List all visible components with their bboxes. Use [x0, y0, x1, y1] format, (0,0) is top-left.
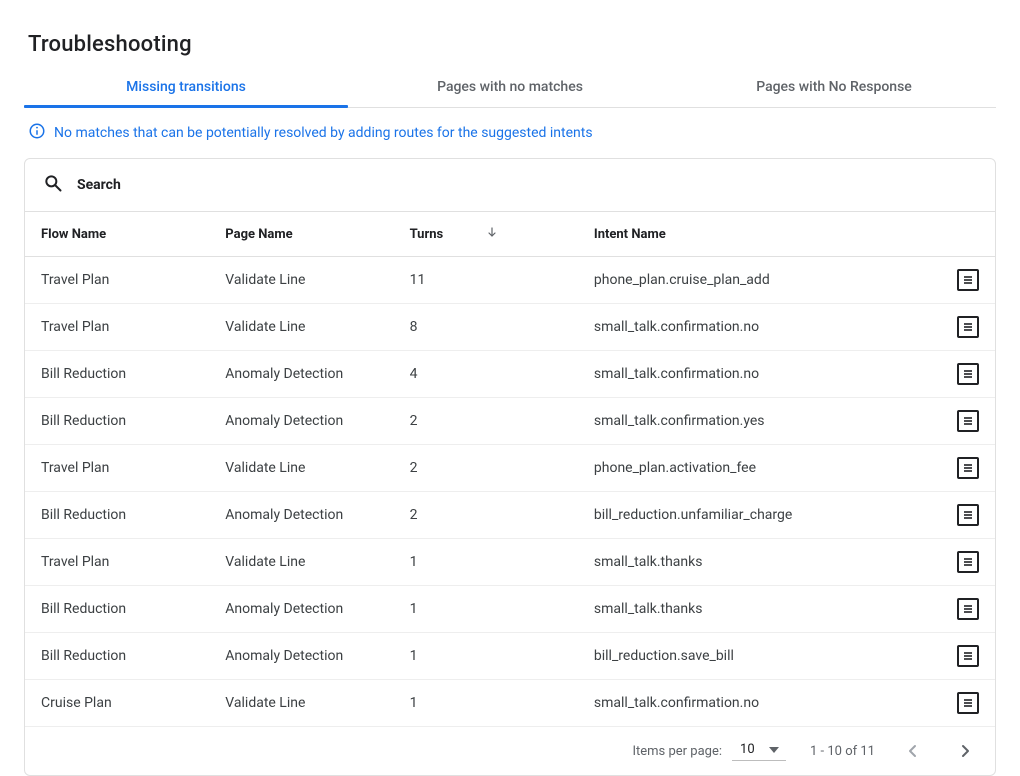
cell-flow: Travel Plan: [25, 304, 209, 351]
table-row: Travel PlanValidate Line11phone_plan.cru…: [25, 257, 995, 304]
details-icon[interactable]: [957, 692, 979, 714]
cell-page: Anomaly Detection: [209, 586, 393, 633]
table-row: Bill ReductionAnomaly Detection1small_ta…: [25, 586, 995, 633]
sort-descending-icon: [486, 226, 498, 242]
page-title: Troubleshooting: [28, 32, 996, 57]
details-icon[interactable]: [957, 410, 979, 432]
details-icon[interactable]: [957, 457, 979, 479]
cell-turns: 1: [394, 680, 578, 727]
cell-intent: small_talk.thanks: [578, 586, 927, 633]
tabs: Missing transitionsPages with no matches…: [24, 65, 996, 108]
results-table: Flow Name Page Name Turns Intent Name Tr…: [25, 212, 995, 726]
cell-intent: small_talk.confirmation.yes: [578, 398, 927, 445]
cell-flow: Bill Reduction: [25, 586, 209, 633]
cell-intent: bill_reduction.unfamiliar_charge: [578, 492, 927, 539]
tab-2[interactable]: Pages with No Response: [672, 65, 996, 107]
details-icon[interactable]: [957, 598, 979, 620]
paginator: Items per page: 10 1 - 10 of 11: [25, 726, 995, 775]
cell-turns: 8: [394, 304, 578, 351]
col-header-page[interactable]: Page Name: [209, 212, 393, 257]
page-range-label: 1 - 10 of 11: [810, 744, 875, 759]
table-row: Bill ReductionAnomaly Detection2bill_red…: [25, 492, 995, 539]
cell-intent: bill_reduction.save_bill: [578, 633, 927, 680]
cell-page: Anomaly Detection: [209, 492, 393, 539]
table-row: Bill ReductionAnomaly Detection1bill_red…: [25, 633, 995, 680]
cell-page: Validate Line: [209, 257, 393, 304]
cell-flow: Cruise Plan: [25, 680, 209, 727]
cell-intent: phone_plan.activation_fee: [578, 445, 927, 492]
table-row: Travel PlanValidate Line1small_talk.than…: [25, 539, 995, 586]
cell-page: Anomaly Detection: [209, 398, 393, 445]
cell-page: Anomaly Detection: [209, 633, 393, 680]
col-header-turns[interactable]: Turns: [394, 212, 578, 257]
search-placeholder: Search: [77, 177, 121, 193]
cell-turns: 11: [394, 257, 578, 304]
cell-turns: 4: [394, 351, 578, 398]
cell-intent: phone_plan.cruise_plan_add: [578, 257, 927, 304]
cell-turns: 2: [394, 398, 578, 445]
cell-flow: Bill Reduction: [25, 398, 209, 445]
cell-flow: Travel Plan: [25, 257, 209, 304]
search-icon: [43, 173, 63, 197]
table-row: Bill ReductionAnomaly Detection2small_ta…: [25, 398, 995, 445]
cell-turns: 2: [394, 445, 578, 492]
prev-page-button[interactable]: [899, 737, 927, 765]
details-icon[interactable]: [957, 269, 979, 291]
table-row: Cruise PlanValidate Line1small_talk.conf…: [25, 680, 995, 727]
details-icon[interactable]: [957, 645, 979, 667]
cell-turns: 2: [394, 492, 578, 539]
page-size-select[interactable]: 10: [732, 742, 786, 761]
col-header-flow[interactable]: Flow Name: [25, 212, 209, 257]
table-row: Travel PlanValidate Line8small_talk.conf…: [25, 304, 995, 351]
cell-page: Validate Line: [209, 304, 393, 351]
cell-page: Validate Line: [209, 680, 393, 727]
cell-page: Validate Line: [209, 445, 393, 492]
cell-turns: 1: [394, 539, 578, 586]
col-header-action: [927, 212, 995, 257]
table-row: Travel PlanValidate Line2phone_plan.acti…: [25, 445, 995, 492]
cell-intent: small_talk.thanks: [578, 539, 927, 586]
tab-0[interactable]: Missing transitions: [24, 65, 348, 107]
cell-intent: small_talk.confirmation.no: [578, 680, 927, 727]
results-card: Search Flow Name Page Name Turns Intent …: [24, 158, 996, 776]
cell-intent: small_talk.confirmation.no: [578, 351, 927, 398]
next-page-button[interactable]: [951, 737, 979, 765]
details-icon[interactable]: [957, 504, 979, 526]
col-header-intent[interactable]: Intent Name: [578, 212, 927, 257]
info-icon: [28, 122, 46, 144]
cell-page: Validate Line: [209, 539, 393, 586]
details-icon[interactable]: [957, 316, 979, 338]
cell-turns: 1: [394, 633, 578, 680]
cell-flow: Bill Reduction: [25, 633, 209, 680]
cell-flow: Bill Reduction: [25, 351, 209, 398]
page-size-value: 10: [740, 742, 755, 757]
items-per-page-label: Items per page:: [632, 744, 722, 759]
cell-turns: 1: [394, 586, 578, 633]
table-row: Bill ReductionAnomaly Detection4small_ta…: [25, 351, 995, 398]
info-banner: No matches that can be potentially resol…: [24, 108, 996, 158]
details-icon[interactable]: [957, 363, 979, 385]
search-input[interactable]: Search: [25, 159, 995, 212]
details-icon[interactable]: [957, 551, 979, 573]
cell-flow: Travel Plan: [25, 539, 209, 586]
cell-flow: Travel Plan: [25, 445, 209, 492]
info-banner-text: No matches that can be potentially resol…: [54, 125, 593, 141]
cell-flow: Bill Reduction: [25, 492, 209, 539]
tab-1[interactable]: Pages with no matches: [348, 65, 672, 107]
cell-page: Anomaly Detection: [209, 351, 393, 398]
caret-down-icon: [769, 742, 779, 757]
cell-intent: small_talk.confirmation.no: [578, 304, 927, 351]
